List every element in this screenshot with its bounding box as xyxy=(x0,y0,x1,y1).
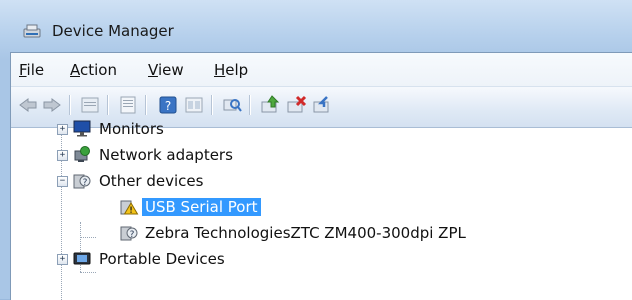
tree-item-usb-serial-port[interactable]: USB Serial Port xyxy=(11,196,632,218)
tree-item-label: Zebra TechnologiesZTC ZM400-300dpi ZPL xyxy=(145,224,466,242)
tree-item-monitors[interactable]: + Monitors xyxy=(11,118,632,140)
tree-item-zebra-printer[interactable]: ? Zebra TechnologiesZTC ZM400-300dpi ZPL xyxy=(11,222,632,244)
device-manager-icon xyxy=(23,24,41,38)
device-tree[interactable]: + Monitors + Network adapters − ? Other … xyxy=(11,120,632,300)
svg-text:?: ? xyxy=(130,230,135,240)
title-bar[interactable]: Device Manager xyxy=(0,0,632,52)
toolbar-separator xyxy=(69,95,71,115)
menu-file[interactable]: File xyxy=(19,61,44,79)
toolbar-separator xyxy=(107,95,109,115)
scan-changes-icon[interactable] xyxy=(221,94,243,116)
svg-text:?: ? xyxy=(165,99,171,113)
expand-icon[interactable]: + xyxy=(57,124,68,135)
portable-device-icon xyxy=(73,252,91,265)
toolbar-separator xyxy=(211,95,213,115)
forward-icon[interactable] xyxy=(41,94,63,116)
client-area: File Action View Help ? + Monitors + Net… xyxy=(10,52,632,300)
back-icon[interactable] xyxy=(17,94,39,116)
show-hidden-icon[interactable] xyxy=(183,94,205,116)
svg-text:?: ? xyxy=(83,178,88,188)
update-driver-icon[interactable] xyxy=(259,94,281,116)
tree-item-label: Network adapters xyxy=(99,146,233,164)
tree-item-label: Other devices xyxy=(99,172,204,190)
tree-item-network-adapters[interactable]: + Network adapters xyxy=(11,144,632,166)
monitor-icon xyxy=(73,120,91,137)
tree-item-label: Monitors xyxy=(99,120,164,138)
uninstall-icon[interactable] xyxy=(285,94,307,116)
warning-device-icon xyxy=(120,200,139,215)
tree-item-portable-devices[interactable]: + Portable Devices xyxy=(11,248,632,270)
toolbar-separator xyxy=(249,95,251,115)
window-title: Device Manager xyxy=(52,22,174,40)
menu-help[interactable]: Help xyxy=(214,61,248,79)
unknown-device-icon: ? xyxy=(120,226,138,241)
expand-icon[interactable]: + xyxy=(57,254,68,265)
disable-icon[interactable] xyxy=(311,94,333,116)
collapse-icon[interactable]: − xyxy=(57,176,68,187)
device-manager-window: Device Manager File Action View Help ? +… xyxy=(0,0,632,300)
help-icon[interactable]: ? xyxy=(157,94,179,116)
tree-item-label: USB Serial Port xyxy=(142,198,261,216)
up-icon[interactable] xyxy=(79,94,101,116)
menu-view[interactable]: View xyxy=(148,61,184,79)
network-adapter-icon xyxy=(74,146,90,162)
tree-connector xyxy=(80,272,96,274)
unknown-device-icon: ? xyxy=(73,174,91,189)
toolbar-separator xyxy=(145,95,147,115)
tree-item-label: Portable Devices xyxy=(99,250,225,268)
menu-action[interactable]: Action xyxy=(70,61,117,79)
tree-item-other-devices[interactable]: − ? Other devices xyxy=(11,170,632,192)
properties-icon[interactable] xyxy=(117,94,139,116)
expand-icon[interactable]: + xyxy=(57,150,68,161)
menu-bar: File Action View Help xyxy=(11,53,632,87)
